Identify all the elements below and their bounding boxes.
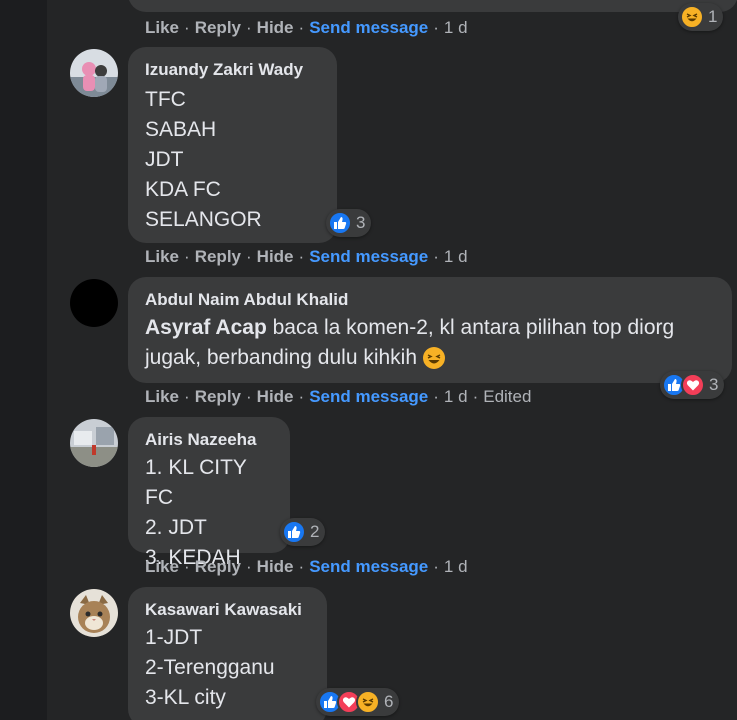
comment-bubble: Kasawari Kawasaki 1-JDT 2-Terengganu 3-K…	[128, 587, 327, 720]
hide-link[interactable]: Hide	[257, 557, 294, 577]
avatar[interactable]	[70, 589, 118, 637]
edited-label[interactable]: Edited	[483, 387, 531, 407]
haha-reaction-icon	[356, 690, 380, 714]
hide-link[interactable]: Hide	[257, 18, 294, 38]
comment-text-line: jugak, berbanding dulu kihkih	[145, 343, 716, 373]
like-link[interactable]: Like	[145, 387, 179, 407]
reply-link[interactable]: Reply	[195, 557, 241, 577]
like-reaction-icon	[328, 211, 352, 235]
avatar[interactable]	[70, 279, 118, 327]
comment-text-line: Asyraf Acap baca la komen-2, kl antara p…	[145, 316, 675, 339]
comment-timestamp[interactable]: 1 d	[444, 387, 468, 407]
avatar[interactable]	[70, 49, 118, 97]
left-gutter	[0, 0, 47, 720]
comment-actions: Like · Reply · Hide · Send message · 1 d	[145, 557, 468, 577]
hide-link[interactable]: Hide	[257, 387, 294, 407]
like-link[interactable]: Like	[145, 247, 179, 267]
hide-link[interactable]: Hide	[257, 247, 294, 267]
haha-reaction-icon	[680, 5, 704, 29]
avatar[interactable]	[70, 419, 118, 467]
comment-text-line: JDT	[145, 148, 184, 171]
reaction-count: 1	[708, 7, 718, 26]
comment-text-line: 1. KL CITY FC	[145, 456, 247, 509]
comment-actions: Like · Reply · Hide · Send message · 1 d…	[145, 387, 532, 407]
comment-bubble: Abdul Naim Abdul Khalid Asyraf Acap baca…	[128, 277, 732, 383]
like-link[interactable]: Like	[145, 18, 179, 38]
comment-text-line: KDA FC	[145, 178, 221, 201]
send-message-link[interactable]: Send message	[309, 247, 428, 267]
laughing-emoji-icon	[423, 347, 446, 369]
reaction-count: 3	[709, 375, 719, 394]
send-message-link[interactable]: Send message	[309, 557, 428, 577]
comment-text-line: TFC	[145, 88, 186, 111]
like-reaction-icon	[282, 520, 306, 544]
comment-timestamp[interactable]: 1 d	[444, 18, 468, 38]
reply-link[interactable]: Reply	[195, 18, 241, 38]
comment-text-line: SABAH	[145, 118, 217, 141]
reaction-count: 3	[356, 213, 366, 232]
comment-text-line: 3-KL city	[145, 686, 226, 709]
comment-timestamp[interactable]: 1 d	[444, 247, 468, 267]
reaction-summary[interactable]: 1	[678, 3, 724, 31]
mention-link[interactable]: Asyraf Acap	[145, 316, 267, 339]
reaction-summary[interactable]: 3	[326, 209, 372, 237]
reaction-count: 2	[310, 522, 320, 541]
like-link[interactable]: Like	[145, 557, 179, 577]
reaction-summary[interactable]: 6	[316, 688, 400, 716]
send-message-link[interactable]: Send message	[309, 387, 428, 407]
comment-text-line: SELANGOR	[145, 208, 262, 231]
comment-text-line: 2-Terengganu	[145, 656, 275, 679]
reply-link[interactable]: Reply	[195, 387, 241, 407]
previous-comment-bubble	[128, 0, 737, 12]
reaction-summary[interactable]: 3	[660, 371, 725, 399]
comment-text-line: 2. JDT	[145, 516, 207, 539]
comment-text-line: 1-JDT	[145, 626, 203, 649]
comment-timestamp[interactable]: 1 d	[444, 557, 468, 577]
reaction-summary[interactable]: 2	[280, 518, 326, 546]
comment-author[interactable]: Izuandy Zakri Wady	[145, 59, 321, 81]
reply-link[interactable]: Reply	[195, 247, 241, 267]
send-message-link[interactable]: Send message	[309, 18, 428, 38]
comment-actions: Like · Reply · Hide · Send message · 1 d	[145, 247, 468, 267]
love-reaction-icon	[681, 373, 705, 397]
comment-author[interactable]: Abdul Naim Abdul Khalid	[145, 289, 716, 311]
comment-author[interactable]: Kasawari Kawasaki	[145, 599, 311, 621]
comment-actions: Like · Reply · Hide · Send message · 1 d	[145, 18, 468, 38]
comment-bubble: Airis Nazeeha 1. KL CITY FC 2. JDT 3. KE…	[128, 417, 290, 569]
comment-bubble: Izuandy Zakri Wady TFC SABAH JDT KDA FC …	[128, 47, 337, 243]
reaction-count: 6	[384, 692, 394, 711]
comment-author[interactable]: Airis Nazeeha	[145, 429, 274, 451]
